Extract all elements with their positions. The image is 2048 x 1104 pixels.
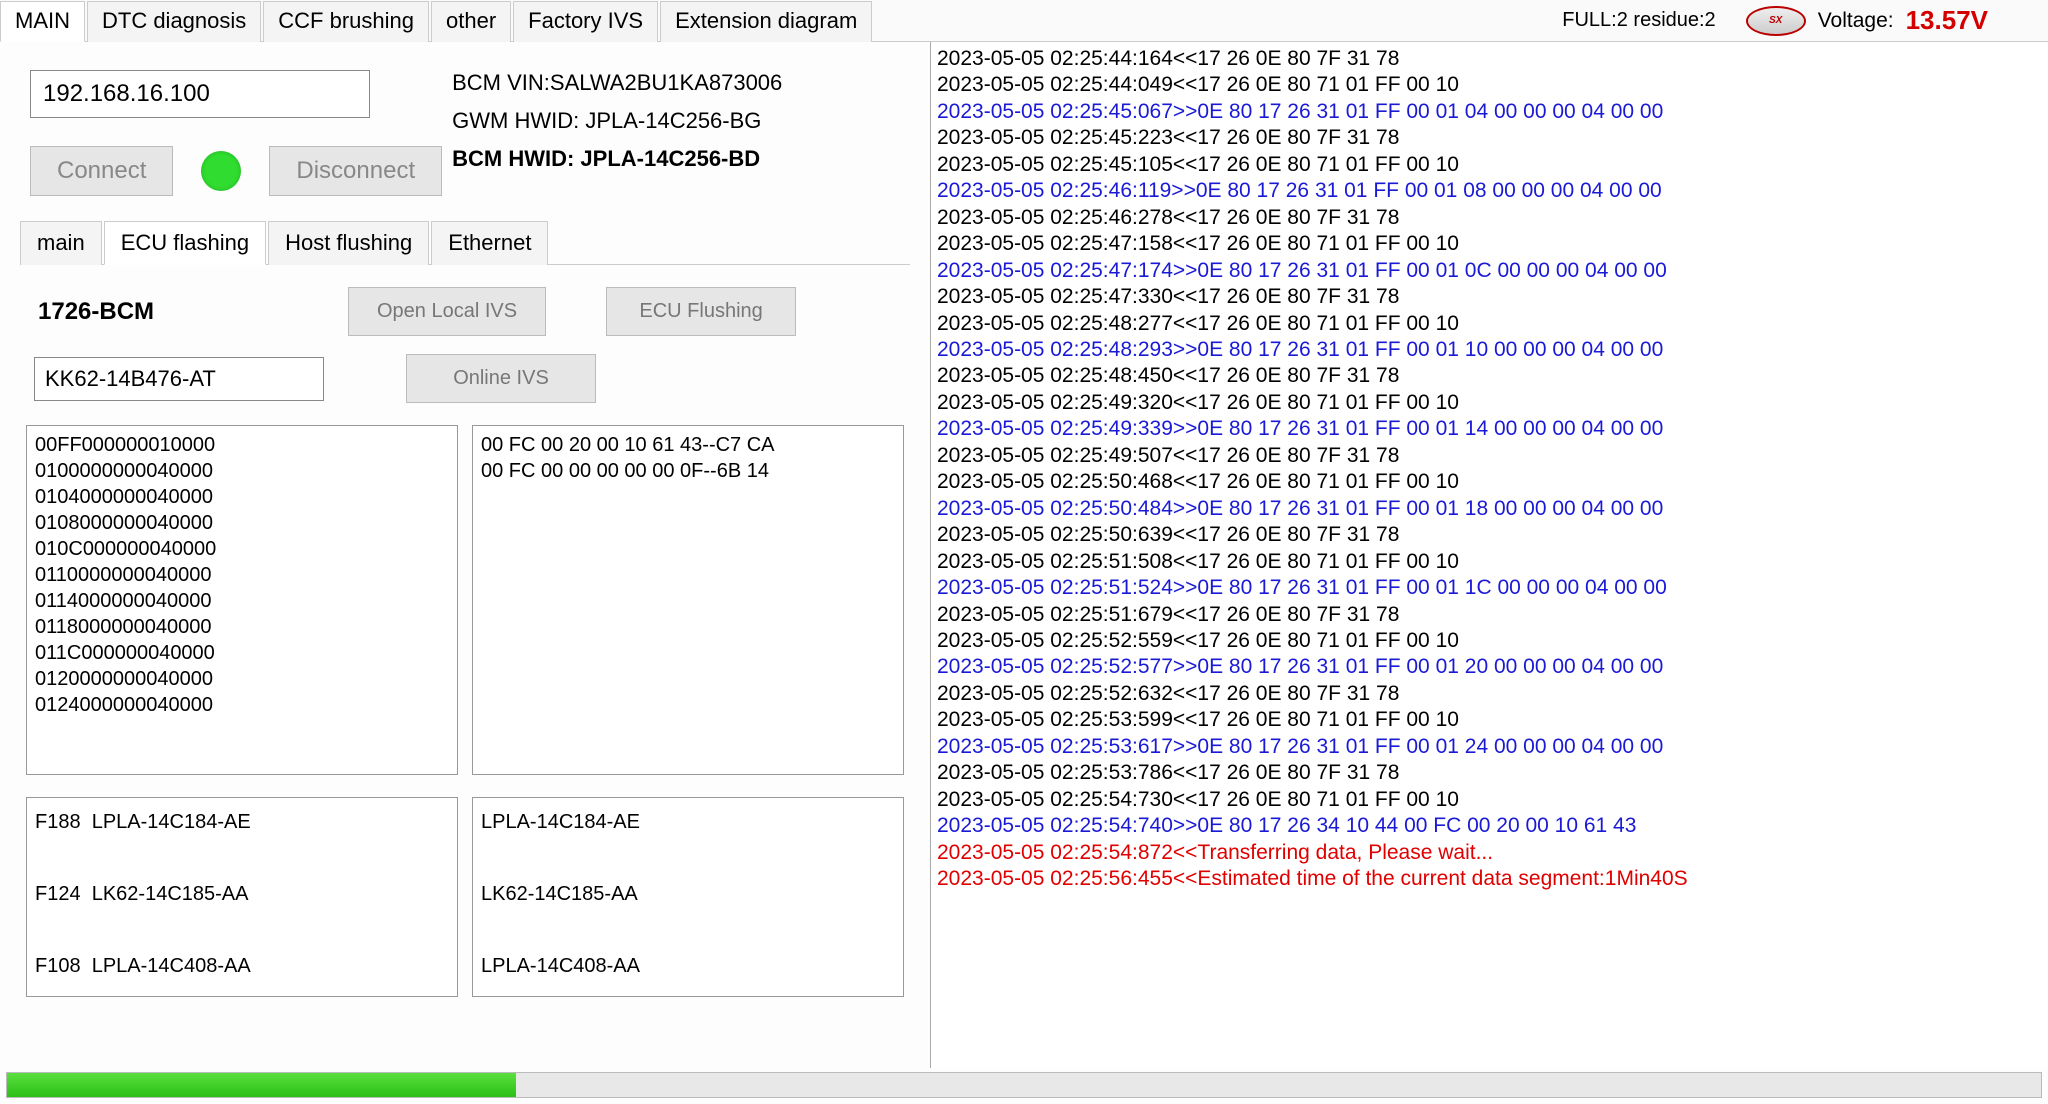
open-local-ivs-button[interactable]: Open Local IVS [348,287,546,336]
top-tab-bar: MAINDTC diagnosisCCF brushingotherFactor… [0,0,2048,42]
log-line: 2023-05-05 02:25:51:508<<17 26 0E 80 71 … [937,549,2042,575]
log-line: 2023-05-05 02:25:52:559<<17 26 0E 80 71 … [937,628,2042,654]
sub-tab-bar: mainECU flashingHost flushingEthernet [20,220,910,265]
gwm-hwid: GWM HWID: JPLA-14C256-BG [452,108,782,134]
log-line: 2023-05-05 02:25:53:786<<17 26 0E 80 7F … [937,760,2042,786]
log-line: 2023-05-05 02:25:48:450<<17 26 0E 80 7F … [937,363,2042,389]
log-line: 2023-05-05 02:25:46:278<<17 26 0E 80 7F … [937,205,2042,231]
log-line: 2023-05-05 02:25:52:632<<17 26 0E 80 7F … [937,681,2042,707]
tab-extension-diagram[interactable]: Extension diagram [660,1,872,42]
log-line: 2023-05-05 02:25:53:617>>0E 80 17 26 31 … [937,734,2042,760]
log-line: 2023-05-05 02:25:49:507<<17 26 0E 80 7F … [937,443,2042,469]
tab-main[interactable]: MAIN [0,1,85,42]
brand-logo-icon: SX [1746,6,1806,36]
log-line: 2023-05-05 02:25:47:158<<17 26 0E 80 71 … [937,231,2042,257]
progress-bar [6,1072,2042,1098]
tab-factory-ivs[interactable]: Factory IVS [513,1,658,42]
status-full: FULL:2 residue:2 [1562,9,1715,32]
log-line: 2023-05-05 02:25:49:320<<17 26 0E 80 71 … [937,390,2042,416]
ip-input[interactable] [30,70,370,118]
voltage-label: Voltage: [1818,9,1894,33]
log-line: 2023-05-05 02:25:50:484>>0E 80 17 26 31 … [937,496,2042,522]
log-line: 2023-05-05 02:25:48:293>>0E 80 17 26 31 … [937,337,2042,363]
log-line: 2023-05-05 02:25:47:330<<17 26 0E 80 7F … [937,284,2042,310]
tab-dtc-diagnosis[interactable]: DTC diagnosis [87,1,261,42]
connection-status-icon [201,151,241,191]
log-line: 2023-05-05 02:25:51:524>>0E 80 17 26 31 … [937,575,2042,601]
bcm-hwid: BCM HWID: JPLA-14C256-BD [452,146,782,172]
connect-button[interactable]: Connect [30,146,173,196]
log-line: 2023-05-05 02:25:45:223<<17 26 0E 80 7F … [937,125,2042,151]
log-line: 2023-05-05 02:25:52:577>>0E 80 17 26 31 … [937,654,2042,680]
log-line: 2023-05-05 02:25:53:599<<17 26 0E 80 71 … [937,707,2042,733]
tab-ccf-brushing[interactable]: CCF brushing [263,1,429,42]
log-line: 2023-05-05 02:25:56:455<<Estimated time … [937,866,2042,892]
log-line: 2023-05-05 02:25:54:730<<17 26 0E 80 71 … [937,787,2042,813]
subtab-ecu-flashing[interactable]: ECU flashing [104,221,266,265]
log-line: 2023-05-05 02:25:44:049<<17 26 0E 80 71 … [937,72,2042,98]
ecu-flushing-button[interactable]: ECU Flushing [606,287,796,336]
log-line: 2023-05-05 02:25:47:174>>0E 80 17 26 31 … [937,258,2042,284]
log-line: 2023-05-05 02:25:51:679<<17 26 0E 80 7F … [937,602,2042,628]
log-line: 2023-05-05 02:25:50:639<<17 26 0E 80 7F … [937,522,2042,548]
log-line: 2023-05-05 02:25:46:119>>0E 80 17 26 31 … [937,178,2042,204]
log-line: 2023-05-05 02:25:50:468<<17 26 0E 80 71 … [937,469,2042,495]
log-line: 2023-05-05 02:25:49:339>>0E 80 17 26 31 … [937,416,2042,442]
subtab-ethernet[interactable]: Ethernet [431,221,548,265]
bcm-vin: BCM VIN:SALWA2BU1KA873006 [452,70,782,96]
data-list[interactable]: 00 FC 00 20 00 10 61 43--C7 CA 00 FC 00 … [472,425,904,775]
part-list[interactable]: LPLA-14C184-AE LK62-14C185-AA LPLA-14C40… [472,797,904,997]
subtab-main[interactable]: main [20,221,102,265]
did-list[interactable]: F188 LPLA-14C184-AE F124 LK62-14C185-AA … [26,797,458,997]
ecu-title: 1726-BCM [38,298,288,326]
log-line: 2023-05-05 02:25:45:067>>0E 80 17 26 31 … [937,99,2042,125]
part-number-input[interactable] [34,357,324,401]
tab-other[interactable]: other [431,1,511,42]
communication-log[interactable]: 2023-05-05 02:25:44:164<<17 26 0E 80 7F … [931,42,2048,1068]
log-line: 2023-05-05 02:25:54:872<<Transferring da… [937,840,2042,866]
log-line: 2023-05-05 02:25:54:740>>0E 80 17 26 34 … [937,813,2042,839]
log-line: 2023-05-05 02:25:45:105<<17 26 0E 80 71 … [937,152,2042,178]
subtab-host-flushing[interactable]: Host flushing [268,221,429,265]
online-ivs-button[interactable]: Online IVS [406,354,596,403]
log-line: 2023-05-05 02:25:44:164<<17 26 0E 80 7F … [937,46,2042,72]
log-line: 2023-05-05 02:25:48:277<<17 26 0E 80 71 … [937,311,2042,337]
address-list[interactable]: 00FF000000010000 0100000000040000 010400… [26,425,458,775]
voltage-value: 13.57V [1906,5,1988,36]
disconnect-button[interactable]: Disconnect [269,146,442,196]
